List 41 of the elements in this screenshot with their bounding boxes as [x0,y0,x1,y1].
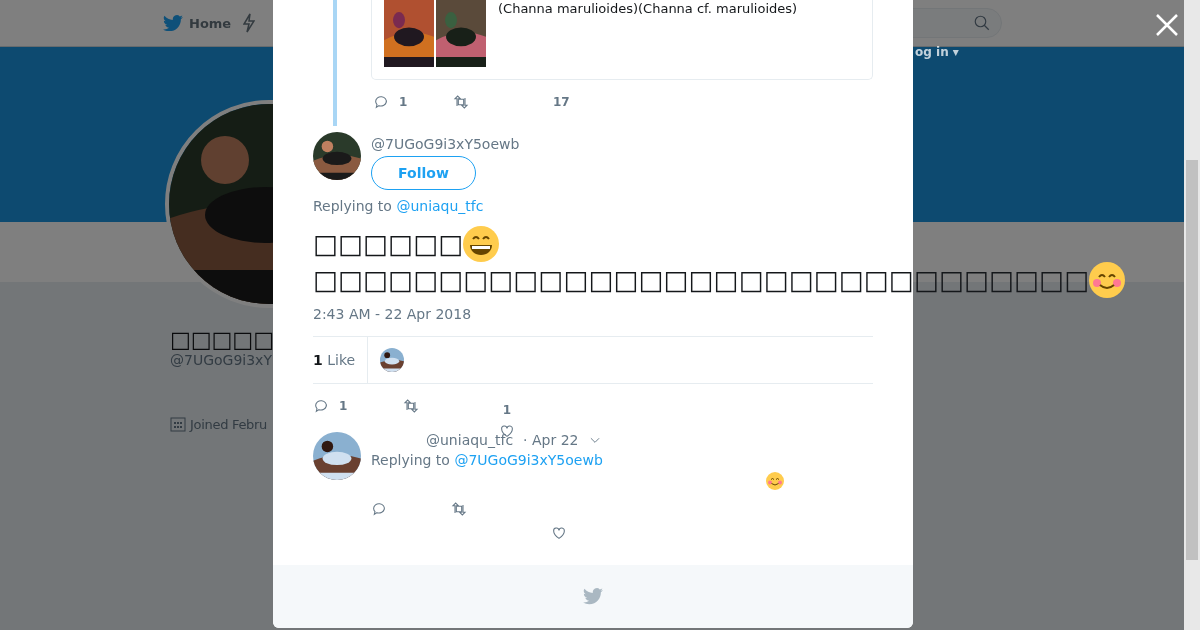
reply-icon [371,501,387,517]
heart-icon [551,525,567,541]
retweet-icon [453,94,469,110]
like-button[interactable] [551,525,567,541]
close-button[interactable] [1154,12,1180,38]
reply-button[interactable]: 1 [313,398,403,414]
scrollbar[interactable] [1184,0,1200,630]
follow-button[interactable]: Follow [371,156,476,190]
tweet-date: · Apr 22 [523,432,579,448]
lightning-icon[interactable] [243,13,256,33]
replying-to-text: Replying to @7UGoG9i3xY5oewb [371,452,604,468]
bird-logo-icon [163,14,183,32]
mention-link[interactable]: @uniaqu_tfc [396,198,484,214]
joined-date: Joined Febru [170,416,268,432]
grinning-face-icon [463,226,500,262]
home-link[interactable]: Home [163,14,232,32]
retweet-icon [451,501,467,517]
smiling-face-icon [766,472,784,490]
login-link[interactable]: og in ▾ [915,45,959,59]
reply-button[interactable]: 1 [373,94,453,110]
reply-icon [373,94,389,110]
like-button[interactable]: 17 [553,95,593,109]
tweet-timestamp: 2:43 AM - 22 Apr 2018 [313,306,473,322]
tweet-text: □□□□□□ [313,227,464,261]
profile-name: □□□□□ [170,327,274,352]
tweet-text: □□□□□□□□□□□□□□□□□□□□□□□□□□□□□□□ [313,263,1090,297]
like-count[interactable]: 1 Like [313,337,369,383]
scrollbar-thumb[interactable] [1186,160,1198,560]
retweet-icon [403,398,419,414]
quoted-tweet-card[interactable]: (Channa marulioides)(Channa cf. marulioides) [371,0,873,80]
reply-icon [313,398,329,414]
quoted-tweet-text: (Channa marulioides)(Channa cf. marulioides) [498,1,798,17]
smiling-face-icon [1089,262,1126,298]
replying-to-text: Replying to @uniaqu_tfc [313,198,485,214]
user-handle[interactable]: @7UGoG9i3xY5oewb [371,136,520,152]
user-handle[interactable]: @uniaqu_tfc [426,432,514,448]
calendar-icon [170,416,186,432]
profile-handle: @7UGoG9i3xY [170,352,272,368]
search-icon [973,14,991,32]
mention-link[interactable]: @7UGoG9i3xY5oewb [454,452,603,468]
bird-logo-icon [583,588,603,605]
